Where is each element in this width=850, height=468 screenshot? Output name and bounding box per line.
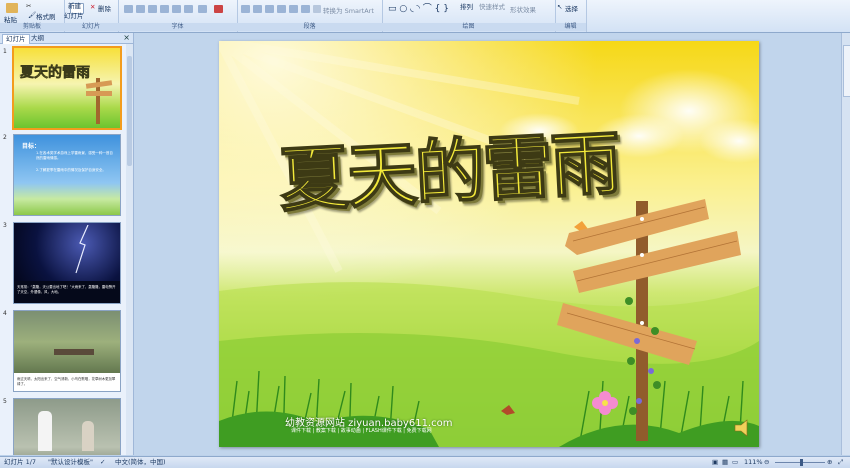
clipboard-group: 粘贴 ✂ 🖌 格式刷 剪贴板 <box>0 0 65 32</box>
slide-background <box>219 41 759 447</box>
slide-number: 4 <box>3 310 7 317</box>
fit-window-icon[interactable]: ⤢ <box>838 457 843 468</box>
underline-icon[interactable] <box>148 5 157 13</box>
zoom-slider-thumb[interactable] <box>800 459 803 466</box>
lightning-bolt-icon <box>75 225 89 274</box>
slides-panel: 幻灯片 大纲 × 1 夏天的雷雨 2 目标： 1.在各术类学术游戏上学雷雨景，感… <box>0 33 134 455</box>
columns-icon[interactable] <box>289 5 298 13</box>
slide-1[interactable]: 夏天的雷雨 幼教资源网站 ziyuan.baby611.com 课件下载 | 教… <box>219 41 759 447</box>
sign-board <box>86 91 112 96</box>
zoom-out-icon[interactable]: ⊖ <box>764 457 769 468</box>
slideshow-view-icon[interactable]: ▭ <box>732 457 738 468</box>
delete-button[interactable]: 删除 <box>98 3 111 13</box>
font-group: 字体 <box>118 0 238 32</box>
arrange-button[interactable]: 排列 <box>460 1 473 11</box>
justify-icon[interactable] <box>277 5 286 13</box>
slide-number: 5 <box>3 398 7 405</box>
align-left-icon[interactable] <box>241 5 250 13</box>
slide-number: 1 <box>3 48 7 55</box>
select-icon[interactable]: ↖ <box>557 3 562 11</box>
canvas-scrollbar[interactable] <box>841 33 850 455</box>
thumb-caption: 雨过天晴，太阳出来了，空气清新，小鸟在歌唱，花草树木更加翠绿了。 <box>17 377 116 386</box>
text-direction-icon[interactable] <box>301 5 310 13</box>
scrollbar-thumb[interactable] <box>127 56 132 166</box>
align-right-icon[interactable] <box>265 5 274 13</box>
ribbon: 粘贴 ✂ 🖌 格式刷 剪贴板 新建 幻灯片 ✕ 删除 幻灯片 字体 转换为 Sm… <box>0 0 850 33</box>
paragraph-label: 段落 <box>237 23 382 31</box>
tab-slides[interactable]: 幻灯片 <box>2 34 30 44</box>
quick-styles-button[interactable]: 快速样式 <box>479 1 505 11</box>
drawing-group: ▭ ○ ◟ ◝ ⌒ { } 排列 快速样式 形状效果 绘图 <box>382 0 556 32</box>
slide-number: 3 <box>3 222 7 229</box>
slide-title[interactable]: 夏天的雷雨 <box>276 107 621 226</box>
slide-thumbnail-2[interactable]: 目标： 1.在各术类学术游戏上学雷雨景，感受一种一首自然的雷雨情感。 2.了解夏… <box>13 134 121 216</box>
slide-thumbnail-4[interactable]: 雨过天晴，太阳出来了，空气清新，小鸟在歌唱，花草树木更加翠绿了。 <box>13 310 121 392</box>
bench-shape <box>54 349 94 355</box>
thumb-title: 夏天的雷雨 <box>20 65 91 82</box>
spellcheck-icon[interactable]: ✓ <box>100 457 105 468</box>
slide-number: 2 <box>3 134 7 141</box>
align-center-icon[interactable] <box>253 5 262 13</box>
select-button[interactable]: 选择 <box>565 3 578 13</box>
zoom-in-icon[interactable]: ⊕ <box>827 457 832 468</box>
strikethrough-icon[interactable] <box>160 5 169 13</box>
convert-smartart-button[interactable]: 转换为 SmartArt <box>323 5 374 15</box>
canvas-scroll-thumb[interactable] <box>843 45 850 97</box>
person-figure <box>38 411 52 451</box>
thumb-heading: 目标： <box>22 143 41 150</box>
new-slide-button[interactable]: 新建 <box>68 0 81 10</box>
slide-thumbnail-1[interactable]: 夏天的雷雨 <box>12 46 122 130</box>
font-color-icon[interactable] <box>214 5 223 13</box>
editing-group: ↖ 选择 编辑 <box>555 0 587 32</box>
normal-view-icon[interactable]: ▣ <box>712 457 718 468</box>
shapes-gallery-icon[interactable]: ▭ ○ ◟ ◝ ⌒ { } <box>388 1 449 14</box>
tree-bench-image <box>14 311 120 373</box>
thumbnail-scrollbar[interactable] <box>126 44 133 455</box>
tab-outline[interactable]: 大纲 <box>28 34 47 43</box>
paragraph-group: 转换为 SmartArt 段落 <box>237 0 383 32</box>
bold-icon[interactable] <box>124 5 133 13</box>
close-panel-icon[interactable]: × <box>123 33 130 42</box>
slides-label: 幻灯片 <box>64 23 118 31</box>
clipboard-label: 剪贴板 <box>0 23 64 31</box>
delete-icon[interactable]: ✕ <box>90 3 95 11</box>
new-slide-button-line2[interactable]: 幻灯片 <box>64 10 84 20</box>
format-painter-button[interactable]: 格式刷 <box>36 11 56 21</box>
speaker-icon[interactable] <box>731 419 749 437</box>
theme-name[interactable]: "默认设计模板" <box>48 457 93 468</box>
sorter-view-icon[interactable]: ▦ <box>722 457 728 468</box>
zoom-level[interactable]: 111% <box>744 457 763 468</box>
language-indicator[interactable]: 中文(简体，中国) <box>115 457 166 468</box>
change-case-icon[interactable] <box>198 5 207 13</box>
slides-group: 新建 幻灯片 ✕ 删除 幻灯片 <box>64 0 119 32</box>
panel-tabs: 幻灯片 大纲 × <box>0 33 133 44</box>
editing-label: 编辑 <box>555 23 586 31</box>
lightning-image <box>14 223 120 281</box>
drawing-label: 绘图 <box>382 23 555 31</box>
italic-icon[interactable] <box>136 5 145 13</box>
scissors-icon[interactable]: ✂ <box>26 2 31 10</box>
status-bar: 幻灯片 1/7 "默认设计模板" ✓ 中文(简体，中国) ▣ ▦ ▭ 111% … <box>0 456 850 468</box>
thumb-text: 2.了解夏季在雷雨中的情况及保护自身安全。 <box>36 168 106 172</box>
thumb-caption: 天常常：“轰隆，天公要出地了吧！”大雨来了，轰隆隆，雷电劈开了天空，外婆像，风，… <box>17 285 116 294</box>
shadow-icon[interactable] <box>172 5 181 13</box>
slide-thumbnail-5[interactable] <box>13 398 121 455</box>
person-figure <box>82 421 94 451</box>
thumbnail-list: 1 夏天的雷雨 2 目标： 1.在各术类学术游戏上学雷雨景，感受一种一首自然的雷… <box>0 44 125 455</box>
char-spacing-icon[interactable] <box>184 5 193 13</box>
smartart-icon[interactable] <box>313 5 321 13</box>
slide-counter: 幻灯片 1/7 <box>4 458 37 466</box>
shape-effects-button[interactable]: 形状效果 <box>510 4 536 14</box>
paste-icon[interactable] <box>6 3 18 13</box>
watermark-links: 课件下载 | 教案下载 | 故事动画 | FLASH课件下载 | 免费下载网 <box>291 428 432 434</box>
thumb-text: 1.在各术类学术游戏上学雷雨景，感受一种一首自然的雷雨情感。 <box>36 151 113 160</box>
slide-thumbnail-3[interactable]: 天常常：“轰隆，天公要出地了吧！”大雨来了，轰隆隆，雷电劈开了天空，外婆像，风，… <box>13 222 121 304</box>
font-label: 字体 <box>118 23 237 31</box>
